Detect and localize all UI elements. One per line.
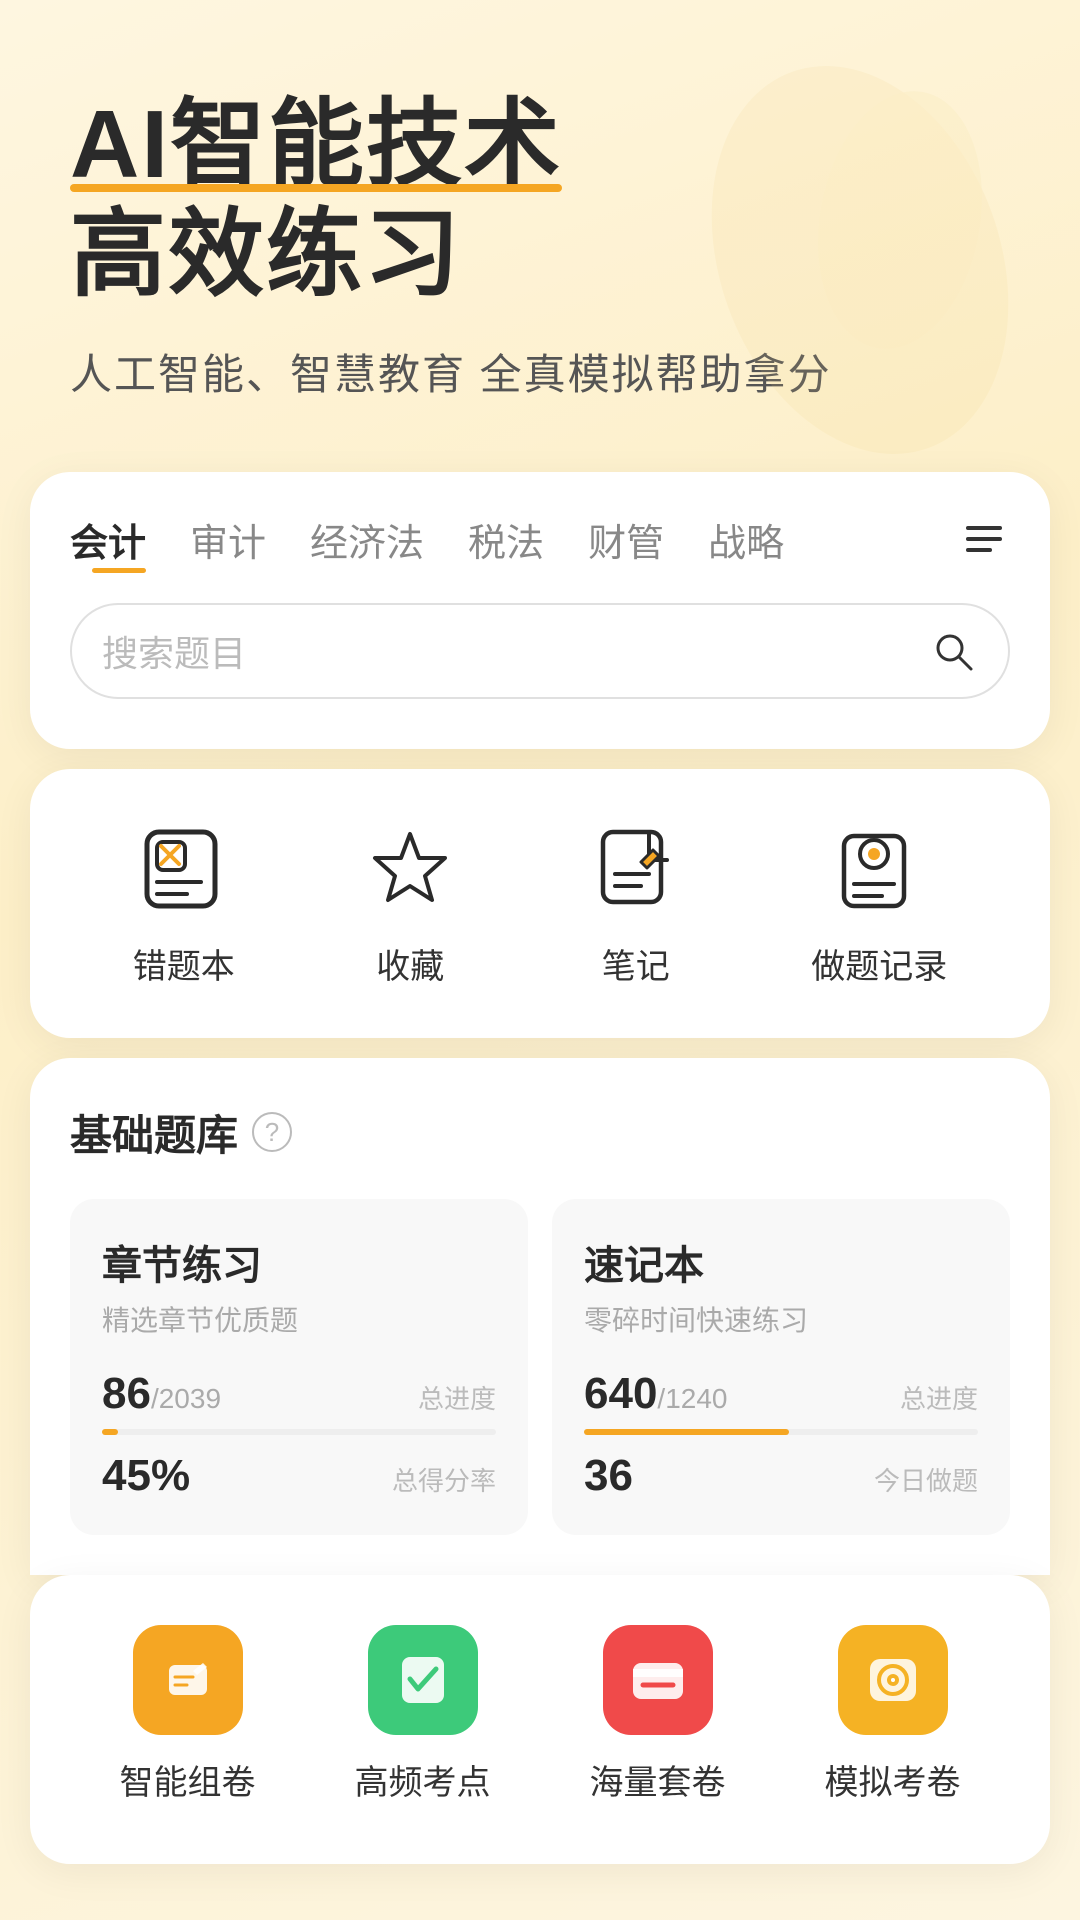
note-icon bbox=[586, 819, 686, 919]
hero-decoration bbox=[700, 60, 1020, 460]
action-smart-compose-label: 智能组卷 bbox=[120, 1755, 256, 1804]
checkmark-icon bbox=[368, 1625, 478, 1735]
quick-actions-card: 错题本 收藏 笔记 bbox=[30, 769, 1050, 1038]
flash-title: 速记本 bbox=[584, 1233, 978, 1291]
chapter-practice-item[interactable]: 章节练习 精选章节优质题 86/2039 总进度 45% 总得分率 bbox=[70, 1199, 528, 1535]
action-notes-label: 笔记 bbox=[602, 939, 670, 988]
chapter-score-label: 总得分率 bbox=[392, 1461, 496, 1498]
chapter-progress-fill bbox=[102, 1429, 118, 1435]
action-favorites[interactable]: 收藏 bbox=[360, 819, 460, 988]
chapter-stat-row1: 86/2039 总进度 bbox=[102, 1369, 496, 1419]
section-header: 基础题库 ? bbox=[70, 1102, 1010, 1163]
action-high-freq-label: 高频考点 bbox=[355, 1755, 491, 1804]
help-icon[interactable]: ? bbox=[252, 1112, 292, 1152]
action-mass-papers-label: 海量套卷 bbox=[590, 1755, 726, 1804]
action-notes[interactable]: 笔记 bbox=[586, 819, 686, 988]
action-mock-exam-label: 模拟考卷 bbox=[825, 1755, 961, 1804]
bottom-actions: 智能组卷 高频考点 海量套卷 bbox=[30, 1575, 1050, 1864]
flash-progress-fill bbox=[584, 1429, 789, 1435]
compose-icon bbox=[133, 1625, 243, 1735]
target-icon bbox=[838, 1625, 948, 1735]
search-input[interactable]: 搜索题目 bbox=[102, 625, 928, 677]
action-favorites-label: 收藏 bbox=[376, 939, 444, 988]
flash-progress-bar bbox=[584, 1429, 978, 1435]
chapter-score-rate: 45% bbox=[102, 1451, 190, 1501]
section-title: 基础题库 bbox=[70, 1102, 238, 1163]
hero-title-line1: AI智能技术 bbox=[70, 90, 562, 200]
flash-today-label: 今日做题 bbox=[874, 1461, 978, 1498]
tab-accounting[interactable]: 会计 bbox=[70, 512, 168, 567]
search-box[interactable]: 搜索题目 bbox=[70, 603, 1010, 699]
tab-card: 会计 审计 经济法 税法 财管 战略 搜索题目 bbox=[30, 472, 1050, 749]
flash-today-count: 36 bbox=[584, 1451, 633, 1501]
chapter-progress-bar bbox=[102, 1429, 496, 1435]
chapter-title: 章节练习 bbox=[102, 1233, 496, 1291]
tab-menu-button[interactable] bbox=[958, 518, 1010, 560]
tab-finance[interactable]: 财管 bbox=[566, 512, 686, 567]
chapter-stat-row2: 45% 总得分率 bbox=[102, 1451, 496, 1501]
flash-stat-row1: 640/1240 总进度 bbox=[584, 1369, 978, 1419]
action-history-label: 做题记录 bbox=[811, 939, 947, 988]
tab-audit[interactable]: 审计 bbox=[168, 512, 288, 567]
flash-stat-row2: 36 今日做题 bbox=[584, 1451, 978, 1501]
hero-section: AI智能技术 高效练习 人工智能、智慧教育 全真模拟帮助拿分 bbox=[0, 0, 1080, 442]
flash-stat-label1: 总进度 bbox=[900, 1379, 978, 1416]
minus-icon bbox=[603, 1625, 713, 1735]
hero-title-line2: 高效练习 bbox=[70, 201, 462, 308]
base-library-card: 基础题库 ? 章节练习 精选章节优质题 86/2039 总进度 45% 总得分率… bbox=[30, 1058, 1050, 1575]
wrong-answer-icon bbox=[134, 819, 234, 919]
search-icon[interactable] bbox=[928, 626, 978, 676]
flash-card-item[interactable]: 速记本 零碎时间快速练习 640/1240 总进度 36 今日做题 bbox=[552, 1199, 1010, 1535]
action-wrong-answer-label: 错题本 bbox=[133, 939, 235, 988]
action-high-freq[interactable]: 高频考点 bbox=[355, 1625, 491, 1804]
action-history[interactable]: 做题记录 bbox=[811, 819, 947, 988]
record-icon bbox=[829, 819, 929, 919]
action-wrong-answer[interactable]: 错题本 bbox=[133, 819, 235, 988]
action-mock-exam[interactable]: 模拟考卷 bbox=[825, 1625, 961, 1804]
chapter-stat-label1: 总进度 bbox=[418, 1379, 496, 1416]
tab-tax-law[interactable]: 税法 bbox=[446, 512, 566, 567]
star-icon bbox=[360, 819, 460, 919]
tab-strategy[interactable]: 战略 bbox=[686, 512, 806, 567]
chapter-stat-value: 86/2039 bbox=[102, 1369, 221, 1419]
flash-stat-value: 640/1240 bbox=[584, 1369, 728, 1419]
action-mass-papers[interactable]: 海量套卷 bbox=[590, 1625, 726, 1804]
flash-desc: 零碎时间快速练习 bbox=[584, 1299, 978, 1339]
chapter-desc: 精选章节优质题 bbox=[102, 1299, 496, 1339]
library-grid: 章节练习 精选章节优质题 86/2039 总进度 45% 总得分率 速记本 零碎… bbox=[70, 1199, 1010, 1535]
tab-economic-law[interactable]: 经济法 bbox=[288, 512, 446, 567]
tabs: 会计 审计 经济法 税法 财管 战略 bbox=[70, 512, 1010, 567]
action-smart-compose[interactable]: 智能组卷 bbox=[120, 1625, 256, 1804]
